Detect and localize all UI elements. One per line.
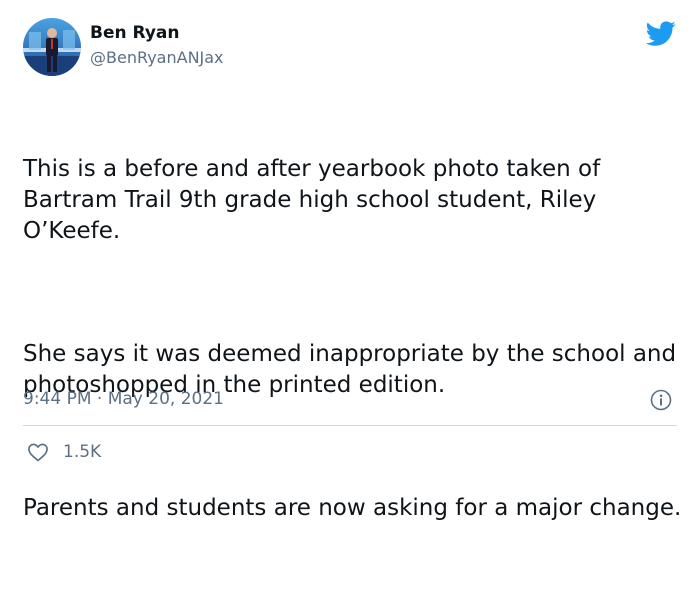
like-count: 1.5K bbox=[63, 442, 102, 462]
twitter-bird-icon[interactable] bbox=[644, 18, 678, 48]
tweet-timestamp[interactable]: 9:44 PM · May 20, 2021 bbox=[23, 388, 224, 410]
heart-icon[interactable] bbox=[27, 442, 49, 462]
tweet-time[interactable]: 9:44 PM bbox=[23, 389, 92, 409]
tweet-paragraph: This is a before and after yearbook phot… bbox=[23, 156, 608, 244]
timestamp-separator: · bbox=[91, 389, 108, 409]
tweet-card: Ben Ryan @BenRyanANJax This is a before … bbox=[0, 0, 700, 521]
avatar-image bbox=[23, 18, 81, 76]
like-button[interactable]: 1.5K bbox=[27, 441, 101, 463]
author-name[interactable]: Ben Ryan bbox=[90, 22, 180, 44]
avatar[interactable] bbox=[23, 18, 81, 76]
author-handle[interactable]: @BenRyanANJax bbox=[90, 47, 224, 69]
tweet-text: This is a before and after yearbook phot… bbox=[23, 92, 683, 616]
tweet-paragraph: Parents and students are now asking for … bbox=[23, 495, 682, 521]
tweet-date[interactable]: May 20, 2021 bbox=[108, 389, 224, 409]
info-icon[interactable] bbox=[650, 389, 672, 411]
divider bbox=[23, 425, 677, 426]
